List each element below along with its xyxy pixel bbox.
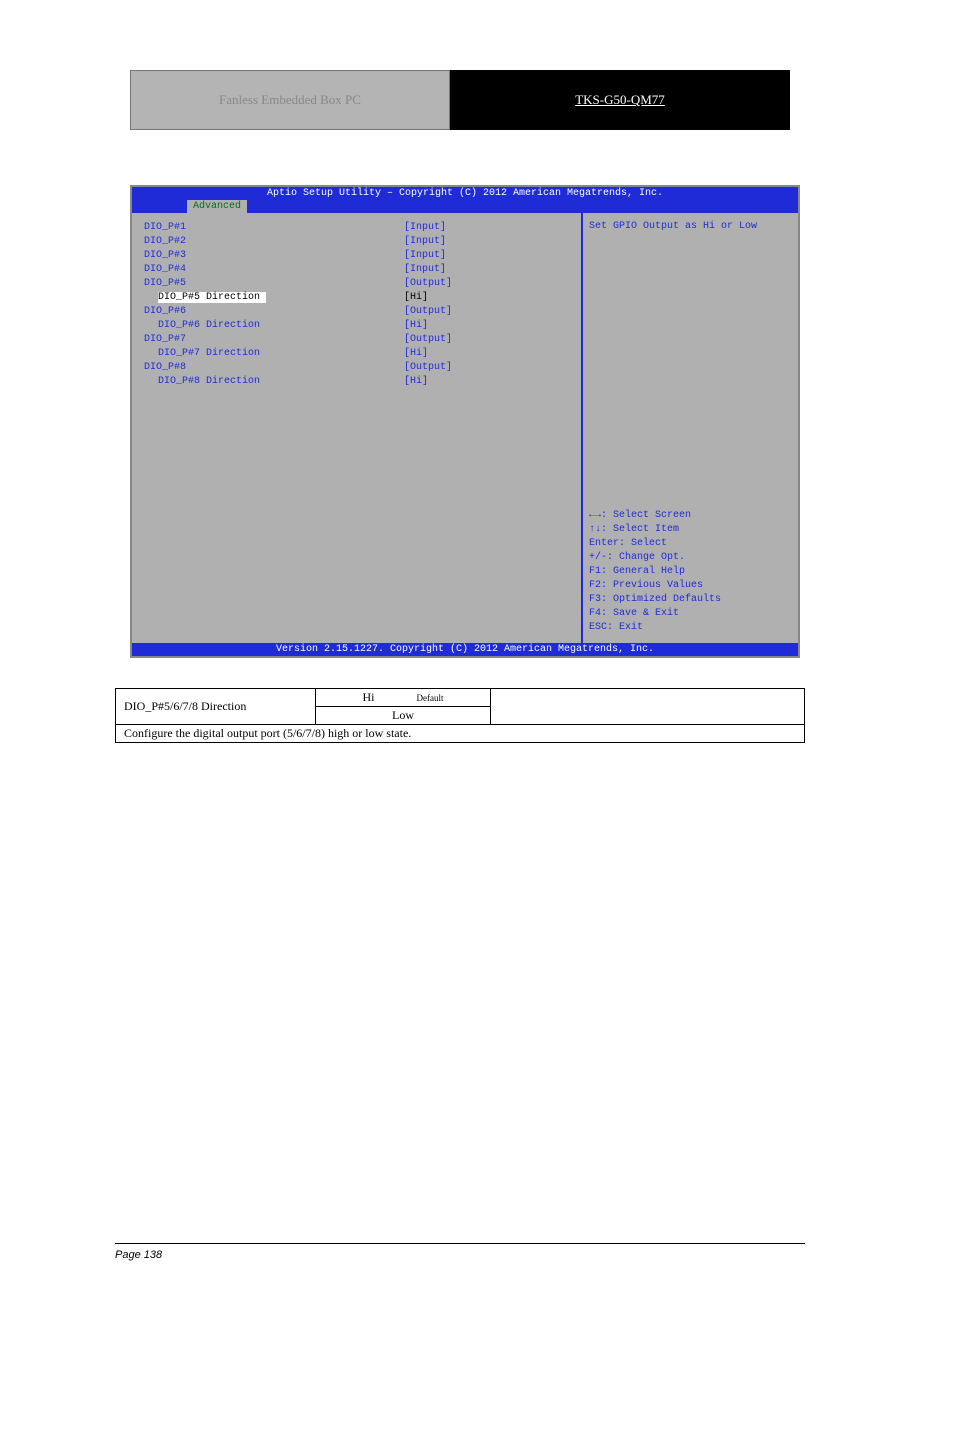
option-low: Low [316,707,491,725]
page-number: Page 138 [115,1249,162,1261]
bios-setting-label: DIO_P#6 Direction [144,319,404,333]
bios-setting-label: DIO_P#4 [144,263,404,277]
bios-setting-row[interactable]: DIO_P#2[Input] [144,235,569,249]
bios-setting-row[interactable]: DIO_P#5[Output] [144,277,569,291]
bios-setting-value: [Hi] [404,375,428,389]
bios-setting-row[interactable]: DIO_P#4[Input] [144,263,569,277]
bios-window: Aptio Setup Utility – Copyright (C) 2012… [130,185,800,658]
bios-key-hints: ←→: Select Screen ↑↓: Select Item Enter:… [589,389,792,635]
page-footer-line [115,1243,805,1244]
bios-setting-label: DIO_P#6 [144,305,404,319]
option-hi: Hi Default [316,689,491,707]
bios-setting-row[interactable]: DIO_P#8 Direction[Hi] [144,375,569,389]
bios-setting-label: DIO_P#2 [144,235,404,249]
doc-header-right: TKS-G50-QM77 [450,70,790,130]
bios-setting-label: DIO_P#8 [144,361,404,375]
bios-setting-label: DIO_P#5 Direction [144,291,404,305]
bios-setting-value: [Output] [404,305,452,319]
bios-setting-value: [Hi] [404,347,428,361]
bios-setting-row[interactable]: DIO_P#7 Direction[Hi] [144,347,569,361]
bios-setting-value: [Input] [404,263,446,277]
bios-setting-label: DIO_P#1 [144,221,404,235]
bios-setting-value: [Input] [404,235,446,249]
bios-setting-value: [Input] [404,249,446,263]
bios-setting-label: DIO_P#7 Direction [144,347,404,361]
bios-help-text: Set GPIO Output as Hi or Low [589,221,792,232]
bios-setting-label: DIO_P#5 [144,277,404,291]
bios-setting-row[interactable]: DIO_P#1[Input] [144,221,569,235]
page-footer: Page 138 [115,1249,805,1261]
option-full-desc: Configure the digital output port (5/6/7… [116,725,805,743]
option-label: DIO_P#5/6/7/8 Direction [116,689,316,725]
bios-setting-value: [Output] [404,361,452,375]
bios-setting-label: DIO_P#7 [144,333,404,347]
tab-advanced[interactable]: Advanced [187,200,247,213]
table-row: DIO_P#5/6/7/8 Direction Hi Default [116,689,805,707]
bios-setting-value: [Output] [404,277,452,291]
bios-title: Aptio Setup Utility – Copyright (C) 2012… [132,187,798,200]
option-table: DIO_P#5/6/7/8 Direction Hi Default Low C… [115,688,805,743]
bios-setting-row[interactable]: DIO_P#8[Output] [144,361,569,375]
bios-tab-bar: Advanced [132,200,798,213]
option-desc [491,689,805,725]
bios-setting-label: DIO_P#3 [144,249,404,263]
doc-header: Fanless Embedded Box PC TKS-G50-QM77 [130,70,930,130]
table-row: Configure the digital output port (5/6/7… [116,725,805,743]
bios-setting-value: [Hi] [404,291,428,305]
bios-setting-row[interactable]: DIO_P#6 Direction[Hi] [144,319,569,333]
bios-setting-value: [Output] [404,333,452,347]
bios-help-pane: Set GPIO Output as Hi or Low ←→: Select … [583,213,798,643]
bios-settings-pane: DIO_P#1[Input]DIO_P#2[Input]DIO_P#3[Inpu… [132,213,583,643]
bios-setting-value: [Hi] [404,319,428,333]
bios-setting-row[interactable]: DIO_P#3[Input] [144,249,569,263]
bios-setting-label: DIO_P#8 Direction [144,375,404,389]
bios-setting-value: [Input] [404,221,446,235]
bios-setting-row[interactable]: DIO_P#7[Output] [144,333,569,347]
bios-setting-row[interactable]: DIO_P#5 Direction[Hi] [144,291,569,305]
doc-header-left: Fanless Embedded Box PC [130,70,450,130]
bios-setting-row[interactable]: DIO_P#6[Output] [144,305,569,319]
bios-main: DIO_P#1[Input]DIO_P#2[Input]DIO_P#3[Inpu… [132,213,798,643]
bios-footer: Version 2.15.1227. Copyright (C) 2012 Am… [132,643,798,656]
